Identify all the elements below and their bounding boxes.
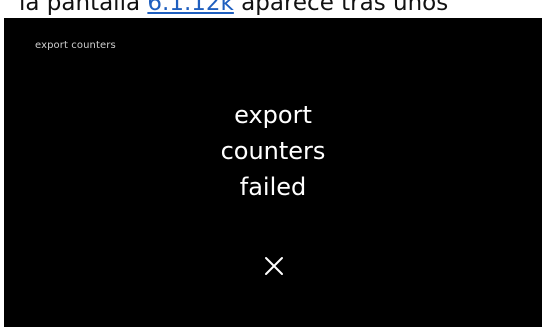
- figure-reference-link[interactable]: 6.1.12k: [147, 0, 233, 16]
- message-line-3: failed: [239, 173, 307, 201]
- screen-title: export counters: [35, 40, 116, 51]
- caption-text-before: la pantalla: [19, 0, 148, 16]
- device-screen: export counters export counters failed: [4, 18, 542, 327]
- close-button[interactable]: [261, 253, 287, 279]
- document-caption: la pantalla 6.1.12k aparece tras unos: [0, 0, 546, 18]
- close-icon: [265, 257, 283, 275]
- message-line-1: export: [234, 101, 312, 129]
- caption-text-after: aparece tras unos: [233, 0, 449, 16]
- status-message: export counters failed: [4, 97, 542, 205]
- message-line-2: counters: [220, 137, 326, 165]
